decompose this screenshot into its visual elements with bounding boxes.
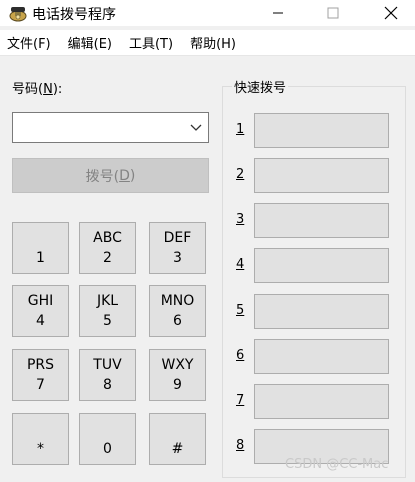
key-digit: 3	[173, 250, 182, 266]
close-button[interactable]	[368, 0, 414, 26]
speed-dial-button-4[interactable]	[254, 248, 389, 283]
key-6[interactable]: MNO 6	[149, 285, 206, 337]
key-star[interactable]: *	[12, 413, 69, 465]
number-label-mnemonic: N	[43, 82, 53, 97]
key-digit: 7	[36, 377, 45, 393]
key-digit: 8	[103, 377, 112, 393]
menu-edit[interactable]: 编辑(E)	[61, 33, 119, 52]
key-digit: 5	[103, 313, 112, 329]
chevron-down-icon[interactable]	[190, 122, 202, 137]
watermark: CSDN @CC-Mac	[285, 457, 389, 472]
key-letters: DEF	[163, 230, 192, 246]
dial-label-mnemonic: D	[119, 167, 130, 184]
minimize-button[interactable]	[255, 0, 301, 26]
key-digit: *	[37, 441, 44, 457]
speed-dial-title: 快速拨号	[232, 77, 289, 96]
key-digit: #	[171, 441, 184, 457]
key-2[interactable]: ABC 2	[79, 222, 136, 274]
speed-dial-number: 1	[236, 122, 245, 137]
key-letters: MNO	[160, 293, 195, 309]
speed-dial-button-3[interactable]	[254, 203, 389, 238]
key-5[interactable]: JKL 5	[79, 285, 136, 337]
speed-dial-button-6[interactable]	[254, 339, 389, 374]
dial-button[interactable]: 拨号(D)	[12, 158, 209, 193]
speed-dial-number: 2	[236, 167, 245, 182]
number-combobox[interactable]	[12, 112, 209, 143]
dial-label-prefix: 拨号(	[85, 168, 120, 185]
speed-dial-number: 7	[236, 393, 245, 408]
minimize-icon	[273, 12, 283, 14]
key-8[interactable]: TUV 8	[79, 349, 136, 401]
key-3[interactable]: DEF 3	[149, 222, 206, 274]
close-icon	[384, 6, 398, 20]
key-digit: 1	[36, 250, 45, 266]
speed-dial-button-2[interactable]	[254, 158, 389, 193]
speed-dial-number: 4	[236, 257, 245, 272]
speed-dial-button-5[interactable]	[254, 294, 389, 329]
menu-tools[interactable]: 工具(T)	[122, 33, 180, 52]
key-4[interactable]: GHI 4	[12, 285, 69, 337]
maximize-icon	[327, 7, 339, 19]
key-digit: 4	[36, 313, 45, 329]
menu-bar: 文件(F) 编辑(E) 工具(T) 帮助(H)	[0, 30, 415, 56]
speed-dial-button-1[interactable]	[254, 113, 389, 148]
key-letters: GHI	[27, 293, 54, 309]
key-7[interactable]: PRS 7	[12, 349, 69, 401]
number-label: 号码(N):	[12, 78, 62, 97]
speed-dial-number: 8	[236, 438, 245, 453]
key-letters: TUV	[93, 357, 122, 373]
phone-icon	[8, 3, 28, 23]
key-letters: ABC	[93, 230, 122, 246]
key-letters: PRS	[26, 357, 55, 373]
window-title: 电话拨号程序	[32, 7, 116, 23]
key-hash[interactable]: #	[149, 413, 206, 465]
key-digit: 2	[103, 250, 112, 266]
number-label-prefix: 号码(	[12, 82, 44, 97]
number-label-suffix: ):	[52, 82, 63, 97]
menu-help[interactable]: 帮助(H)	[183, 33, 243, 52]
speed-dial-button-7[interactable]	[254, 384, 389, 419]
title-bar: 电话拨号程序	[0, 0, 415, 26]
key-digit: 6	[173, 313, 182, 329]
menu-file[interactable]: 文件(F)	[0, 33, 58, 52]
key-1[interactable]: 1	[12, 222, 69, 274]
dial-label-suffix: )	[129, 167, 136, 184]
maximize-button[interactable]	[310, 0, 356, 26]
key-digit: 9	[173, 377, 182, 393]
speed-dial-number: 3	[236, 212, 245, 227]
key-letters: JKL	[96, 293, 119, 309]
key-9[interactable]: WXY 9	[149, 349, 206, 401]
speed-dial-number: 5	[236, 303, 245, 318]
key-0[interactable]: 0	[79, 413, 136, 465]
speed-dial-number: 6	[236, 348, 245, 363]
key-digit: 0	[103, 441, 112, 457]
key-letters: WXY	[161, 357, 194, 373]
